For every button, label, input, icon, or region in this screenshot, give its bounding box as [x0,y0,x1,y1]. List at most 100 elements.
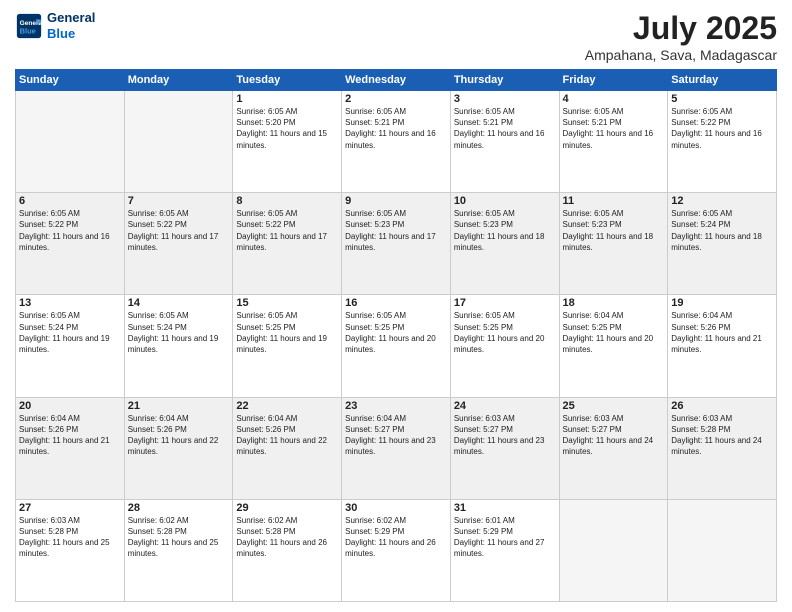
calendar-cell: 1Sunrise: 6:05 AM Sunset: 5:20 PM Daylig… [233,91,342,193]
calendar-cell: 2Sunrise: 6:05 AM Sunset: 5:21 PM Daylig… [342,91,451,193]
day-info: Sunrise: 6:05 AM Sunset: 5:24 PM Dayligh… [671,208,773,253]
weekday-header: Tuesday [233,70,342,91]
calendar-cell: 11Sunrise: 6:05 AM Sunset: 5:23 PM Dayli… [559,193,668,295]
page: General Blue General Blue July 2025 Ampa… [0,0,792,612]
day-number: 30 [345,502,447,514]
day-number: 14 [128,297,230,309]
day-info: Sunrise: 6:05 AM Sunset: 5:22 PM Dayligh… [128,208,230,253]
calendar-week-row: 1Sunrise: 6:05 AM Sunset: 5:20 PM Daylig… [16,91,777,193]
title-block: July 2025 Ampahana, Sava, Madagascar [585,10,777,63]
calendar-cell: 30Sunrise: 6:02 AM Sunset: 5:29 PM Dayli… [342,499,451,601]
day-info: Sunrise: 6:05 AM Sunset: 5:22 PM Dayligh… [671,106,773,151]
calendar-cell: 22Sunrise: 6:04 AM Sunset: 5:26 PM Dayli… [233,397,342,499]
day-info: Sunrise: 6:03 AM Sunset: 5:28 PM Dayligh… [671,413,773,458]
calendar-week-row: 20Sunrise: 6:04 AM Sunset: 5:26 PM Dayli… [16,397,777,499]
month-title: July 2025 [585,10,777,47]
calendar-cell: 21Sunrise: 6:04 AM Sunset: 5:26 PM Dayli… [124,397,233,499]
day-number: 22 [236,400,338,412]
day-number: 25 [563,400,665,412]
calendar-cell: 8Sunrise: 6:05 AM Sunset: 5:22 PM Daylig… [233,193,342,295]
weekday-header: Saturday [668,70,777,91]
day-info: Sunrise: 6:03 AM Sunset: 5:28 PM Dayligh… [19,515,121,560]
day-info: Sunrise: 6:05 AM Sunset: 5:21 PM Dayligh… [563,106,665,151]
day-number: 10 [454,195,556,207]
day-info: Sunrise: 6:04 AM Sunset: 5:25 PM Dayligh… [563,310,665,355]
day-info: Sunrise: 6:05 AM Sunset: 5:24 PM Dayligh… [128,310,230,355]
day-number: 21 [128,400,230,412]
logo-text: General Blue [47,10,95,41]
day-number: 31 [454,502,556,514]
day-info: Sunrise: 6:02 AM Sunset: 5:29 PM Dayligh… [345,515,447,560]
calendar-week-row: 27Sunrise: 6:03 AM Sunset: 5:28 PM Dayli… [16,499,777,601]
day-info: Sunrise: 6:05 AM Sunset: 5:23 PM Dayligh… [454,208,556,253]
calendar-cell: 6Sunrise: 6:05 AM Sunset: 5:22 PM Daylig… [16,193,125,295]
day-number: 26 [671,400,773,412]
calendar-cell: 10Sunrise: 6:05 AM Sunset: 5:23 PM Dayli… [450,193,559,295]
day-info: Sunrise: 6:04 AM Sunset: 5:26 PM Dayligh… [128,413,230,458]
calendar-cell: 25Sunrise: 6:03 AM Sunset: 5:27 PM Dayli… [559,397,668,499]
day-number: 24 [454,400,556,412]
calendar-week-row: 13 Sunrise: 6:05 AM Sunset: 5:24 PM Dayli… [16,295,777,397]
day-number: 8 [236,195,338,207]
logo-icon: General Blue [15,12,43,40]
location: Ampahana, Sava, Madagascar [585,47,777,63]
day-number: 19 [671,297,773,309]
calendar-cell: 28Sunrise: 6:02 AM Sunset: 5:28 PM Dayli… [124,499,233,601]
logo-line1: General [47,10,95,26]
calendar-cell: 23Sunrise: 6:04 AM Sunset: 5:27 PM Dayli… [342,397,451,499]
calendar-cell: 19Sunrise: 6:04 AM Sunset: 5:26 PM Dayli… [668,295,777,397]
logo: General Blue General Blue [15,10,95,41]
day-number: 15 [236,297,338,309]
weekday-header: Friday [559,70,668,91]
day-info: Sunrise: 6:02 AM Sunset: 5:28 PM Dayligh… [128,515,230,560]
day-number: 28 [128,502,230,514]
day-number: 27 [19,502,121,514]
day-number: 13 [19,297,121,309]
day-info: Sunrise: 6:04 AM Sunset: 5:27 PM Dayligh… [345,413,447,458]
calendar-cell: 15Sunrise: 6:05 AM Sunset: 5:25 PM Dayli… [233,295,342,397]
day-number: 17 [454,297,556,309]
day-number: 6 [19,195,121,207]
weekday-header: Wednesday [342,70,451,91]
day-info: Sunrise: 6:03 AM Sunset: 5:27 PM Dayligh… [454,413,556,458]
day-info: Sunrise: 6:05 AM Sunset: 5:22 PM Dayligh… [236,208,338,253]
day-number: 4 [563,93,665,105]
day-info: Sunrise: 6:05 AM Sunset: 5:25 PM Dayligh… [454,310,556,355]
calendar-cell [124,91,233,193]
day-info: Sunrise: 6:01 AM Sunset: 5:29 PM Dayligh… [454,515,556,560]
day-info: Sunrise: 6:05 AM Sunset: 5:23 PM Dayligh… [345,208,447,253]
calendar-cell: 16Sunrise: 6:05 AM Sunset: 5:25 PM Dayli… [342,295,451,397]
calendar-cell: 9Sunrise: 6:05 AM Sunset: 5:23 PM Daylig… [342,193,451,295]
day-info: Sunrise: 6:04 AM Sunset: 5:26 PM Dayligh… [236,413,338,458]
day-number: 9 [345,195,447,207]
calendar-cell: 31Sunrise: 6:01 AM Sunset: 5:29 PM Dayli… [450,499,559,601]
calendar-cell: 7Sunrise: 6:05 AM Sunset: 5:22 PM Daylig… [124,193,233,295]
day-info: Sunrise: 6:02 AM Sunset: 5:28 PM Dayligh… [236,515,338,560]
weekday-header: Monday [124,70,233,91]
day-number: 2 [345,93,447,105]
day-info: Sunrise: 6:05 AM Sunset: 5:25 PM Dayligh… [345,310,447,355]
svg-text:Blue: Blue [20,26,36,35]
calendar-cell: 24Sunrise: 6:03 AM Sunset: 5:27 PM Dayli… [450,397,559,499]
calendar-cell [559,499,668,601]
day-info: Sunrise: 6:04 AM Sunset: 5:26 PM Dayligh… [671,310,773,355]
calendar-cell: 26Sunrise: 6:03 AM Sunset: 5:28 PM Dayli… [668,397,777,499]
calendar-cell: 17Sunrise: 6:05 AM Sunset: 5:25 PM Dayli… [450,295,559,397]
day-number: 3 [454,93,556,105]
day-number: 23 [345,400,447,412]
calendar-cell: 29Sunrise: 6:02 AM Sunset: 5:28 PM Dayli… [233,499,342,601]
calendar-cell: 12Sunrise: 6:05 AM Sunset: 5:24 PM Dayli… [668,193,777,295]
day-number: 12 [671,195,773,207]
calendar-cell: 13Sunrise: 6:05 AM Sunset: 5:24 PM Dayli… [16,295,125,397]
calendar-cell: 3Sunrise: 6:05 AM Sunset: 5:21 PM Daylig… [450,91,559,193]
calendar-header-row: SundayMondayTuesdayWednesdayThursdayFrid… [16,70,777,91]
day-info: Sunrise: 6:05 AM Sunset: 5:21 PM Dayligh… [454,106,556,151]
calendar-cell: 18Sunrise: 6:04 AM Sunset: 5:25 PM Dayli… [559,295,668,397]
calendar-week-row: 6Sunrise: 6:05 AM Sunset: 5:22 PM Daylig… [16,193,777,295]
day-number: 7 [128,195,230,207]
day-info: Sunrise: 6:05 AM Sunset: 5:22 PM Dayligh… [19,208,121,253]
day-info: Sunrise: 6:05 AM Sunset: 5:21 PM Dayligh… [345,106,447,151]
calendar-cell: 27Sunrise: 6:03 AM Sunset: 5:28 PM Dayli… [16,499,125,601]
day-number: 1 [236,93,338,105]
header: General Blue General Blue July 2025 Ampa… [15,10,777,63]
